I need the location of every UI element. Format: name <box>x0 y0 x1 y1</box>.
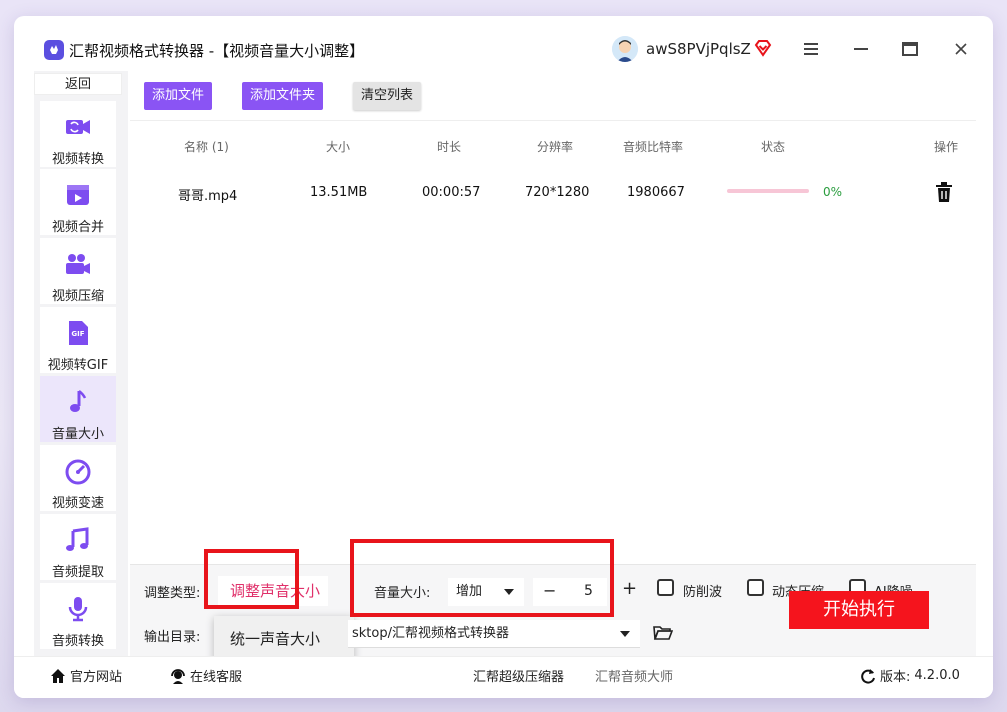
sidebar-item-label: 视频压缩 <box>51 289 104 304</box>
caret-down-icon <box>620 631 630 637</box>
cell-duration: 00:00:57 <box>422 185 481 200</box>
column-header-name[interactable]: 名称 (1) <box>184 138 229 155</box>
sidebar-item-video-convert[interactable]: 视频转换 <box>40 101 116 167</box>
sidebar-item-video-speed[interactable]: 视频变速 <box>40 445 116 511</box>
sidebar-item-label: 音频提取 <box>51 565 104 580</box>
progress-bar <box>727 189 809 193</box>
sidebar: 返回 视频转换 视频合并 视频压缩 GIF 视频转GIF 音量大小 视频变速 音… <box>34 71 122 659</box>
progress-percent: 0% <box>823 185 843 199</box>
audio-extract-icon <box>66 527 89 551</box>
highlight-box-adjust-type <box>204 549 299 609</box>
username[interactable]: awS8PVjPqlsZ <box>646 40 751 58</box>
window-title: 汇帮视频格式转换器 -【视频音量大小调整】 <box>69 42 365 60</box>
sidebar-item-label: 音量大小 <box>51 427 104 442</box>
column-header-resolution[interactable]: 分辨率 <box>537 138 573 155</box>
home-icon <box>51 668 65 683</box>
sidebar-item-video-gif[interactable]: GIF 视频转GIF <box>40 307 116 373</box>
version-number: 4.2.0.0 <box>914 668 960 683</box>
online-support-label: 在线客服 <box>190 670 243 685</box>
output-dir-field[interactable]: sktop/汇帮视频格式转换器 <box>348 620 640 648</box>
back-button[interactable]: 返回 <box>34 73 122 95</box>
official-website-label: 官方网站 <box>70 670 123 685</box>
add-file-button[interactable]: 添加文件 <box>144 82 213 110</box>
maximize-icon[interactable] <box>901 40 919 58</box>
cell-resolution: 720*1280 <box>525 185 590 200</box>
sidebar-item-label: 视频转GIF <box>47 358 109 373</box>
increment-button[interactable]: + <box>622 578 637 599</box>
delete-trash-icon[interactable] <box>935 182 953 202</box>
app-window: 汇帮视频格式转换器 -【视频音量大小调整】 awS8PVjPqlsZ 返回 视频… <box>14 16 993 698</box>
minimize-icon[interactable] <box>852 40 870 58</box>
music-note-icon <box>70 390 87 412</box>
app-logo-icon <box>44 40 64 60</box>
cell-bitrate: 1980667 <box>627 185 685 200</box>
column-header-bitrate[interactable]: 音频比特率 <box>623 138 683 155</box>
audio-master-link[interactable]: 汇帮音频大师 <box>595 666 673 685</box>
speedometer-icon <box>65 459 91 485</box>
video-convert-icon <box>66 120 90 134</box>
highlight-box-volume <box>350 539 614 617</box>
adjust-type-label: 调整类型: <box>144 586 201 601</box>
sidebar-item-video-merge[interactable]: 视频合并 <box>40 169 116 235</box>
column-header-duration[interactable]: 时长 <box>437 138 461 155</box>
open-folder-icon[interactable] <box>653 624 674 642</box>
title-bar: 汇帮视频格式转换器 -【视频音量大小调整】 awS8PVjPqlsZ <box>14 16 993 68</box>
column-header-status: 状态 <box>761 140 786 154</box>
cell-name: 哥哥.mp4 <box>178 189 238 204</box>
sidebar-item-label: 视频转换 <box>51 152 104 167</box>
sidebar-item-audio-convert[interactable]: 音频转换 <box>40 583 116 649</box>
output-dir-label: 输出目录: <box>144 630 201 645</box>
anti-clip-label: 防削波 <box>683 585 723 600</box>
sidebar-item-video-compress[interactable]: 视频压缩 <box>40 238 116 304</box>
output-dir-value: sktop/汇帮视频格式转换器 <box>352 626 509 641</box>
compressor-link[interactable]: 汇帮超级压缩器 <box>473 666 564 685</box>
version-info[interactable]: 版本: 4.2.0.0 <box>860 666 960 685</box>
video-merge-icon <box>67 185 89 205</box>
sidebar-item-label: 音频转换 <box>51 634 104 649</box>
add-folder-button[interactable]: 添加文件夹 <box>242 82 324 110</box>
refresh-icon <box>861 668 875 684</box>
version-label: 版本: <box>880 670 911 685</box>
headset-icon <box>171 668 185 684</box>
cell-size: 13.51MB <box>310 185 368 200</box>
column-header-actions: 操作 <box>934 140 959 154</box>
gif-icon: GIF <box>69 321 88 345</box>
clear-list-button[interactable]: 清空列表 <box>353 82 422 110</box>
video-compress-icon <box>66 254 90 274</box>
vip-diamond-icon[interactable] <box>754 39 772 57</box>
sidebar-item-audio-extract[interactable]: 音频提取 <box>40 514 116 580</box>
anti-clip-checkbox[interactable] <box>657 579 674 596</box>
sidebar-item-volume[interactable]: 音量大小 <box>40 376 116 442</box>
menu-icon[interactable] <box>802 40 820 58</box>
online-support-link[interactable]: 在线客服 <box>170 666 242 685</box>
official-website-link[interactable]: 官方网站 <box>50 666 122 685</box>
svg-text:GIF: GIF <box>71 330 84 338</box>
sidebar-item-label: 视频合并 <box>51 220 104 235</box>
microphone-icon <box>68 597 88 622</box>
start-button[interactable]: 开始执行 <box>789 591 929 629</box>
close-icon[interactable] <box>952 40 970 58</box>
sidebar-item-label: 视频变速 <box>51 496 104 511</box>
dynamic-compress-checkbox[interactable] <box>747 579 764 596</box>
user-avatar[interactable] <box>612 36 638 62</box>
column-header-size[interactable]: 大小 <box>326 138 350 155</box>
